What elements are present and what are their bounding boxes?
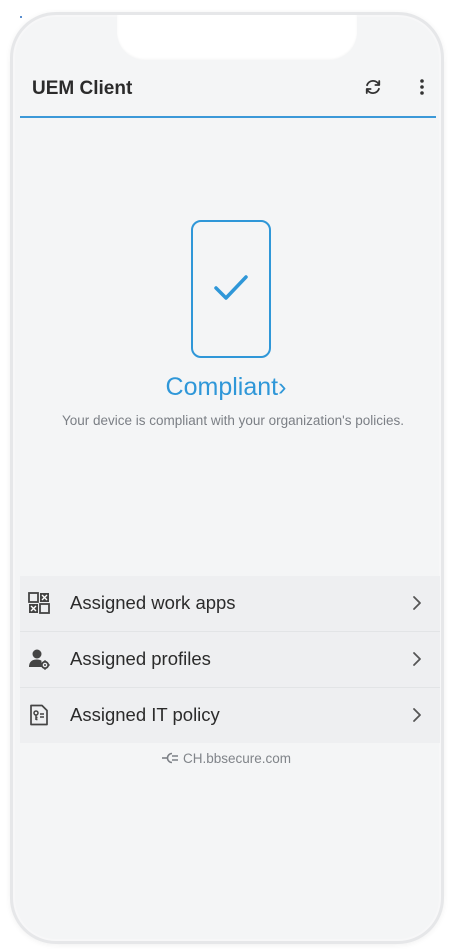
apps-grid-icon xyxy=(28,592,50,614)
server-address: CH.bbsecure.com xyxy=(182,751,292,766)
corner-marker xyxy=(20,16,22,18)
more-vertical-icon[interactable] xyxy=(414,76,430,98)
phone-frame xyxy=(10,12,444,944)
chevron-right-icon xyxy=(413,652,421,666)
compliance-status-description: Your device is compliant with your organ… xyxy=(61,413,404,428)
chevron-right-icon: › xyxy=(278,373,287,401)
list-item-profiles[interactable]: Assigned profiles xyxy=(20,632,440,688)
server-connection: CH.bbsecure.com xyxy=(0,751,452,766)
connection-plug-icon xyxy=(161,752,178,764)
policy-document-icon xyxy=(30,704,48,726)
user-gear-icon xyxy=(29,649,50,670)
assignments-list: Assigned work apps Assigned profiles Ass… xyxy=(20,576,440,743)
compliance-status-link[interactable]: Compliant› xyxy=(0,373,452,402)
chevron-right-icon xyxy=(413,596,421,610)
chevron-right-icon xyxy=(413,708,421,722)
sync-icon[interactable] xyxy=(362,76,384,98)
list-item-it-policy[interactable]: Assigned IT policy xyxy=(20,688,440,743)
app-bar: UEM Client xyxy=(20,70,436,118)
phone-check-icon xyxy=(191,220,271,358)
app-title: UEM Client xyxy=(32,78,133,99)
list-item-label: Assigned IT policy xyxy=(70,704,220,725)
list-item-work-apps[interactable]: Assigned work apps xyxy=(20,576,440,632)
list-item-label: Assigned profiles xyxy=(70,648,211,669)
checkmark-icon xyxy=(214,275,248,300)
phone-notch xyxy=(117,15,357,60)
compliance-status-title: Compliant xyxy=(165,373,279,401)
list-item-label: Assigned work apps xyxy=(70,592,236,613)
